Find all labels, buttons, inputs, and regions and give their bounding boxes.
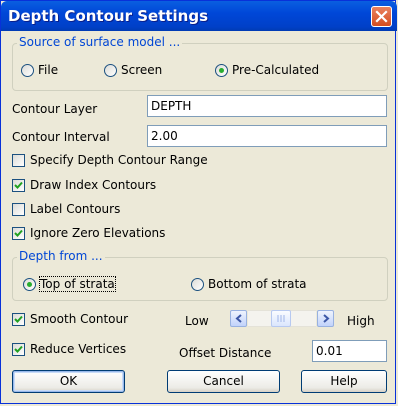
contour-layer-label: Contour Layer (12, 102, 98, 116)
ignore-zero-elevations-label: Ignore Zero Elevations (30, 226, 166, 240)
close-icon (375, 10, 388, 23)
specify-depth-range-checkbox[interactable]: Specify Depth Contour Range (12, 153, 212, 169)
radio-screen[interactable]: Screen (104, 63, 174, 79)
smoothness-increase-button[interactable] (317, 310, 334, 327)
cancel-button-label: Cancel (203, 374, 244, 388)
dialog-window: Depth Contour Settings Source of surface… (0, 0, 397, 404)
smooth-contour-checkbox[interactable]: Smooth Contour (12, 312, 142, 328)
radio-top-of-strata-dot (23, 278, 36, 291)
label-contours-checkbox[interactable]: Label Contours (12, 202, 132, 218)
reduce-vertices-checkbox[interactable]: Reduce Vertices (12, 342, 142, 358)
checkmark-icon (14, 345, 23, 353)
help-button[interactable]: Help (301, 370, 387, 393)
radio-bottom-of-strata-label: Bottom of strata (208, 277, 307, 291)
smooth-contour-label: Smooth Contour (30, 312, 129, 326)
depth-from-group-title: Depth from ... (17, 249, 105, 263)
contour-interval-input[interactable] (147, 125, 387, 147)
checkmark-icon (14, 181, 23, 189)
radio-bottom-of-strata[interactable]: Bottom of strata (191, 277, 311, 293)
smoothness-low-label: Low (185, 314, 209, 328)
radio-pre-calculated-label: Pre-Calculated (232, 63, 320, 77)
smoothness-decrease-button[interactable] (230, 310, 247, 327)
radio-pre-calculated[interactable]: Pre-Calculated (215, 63, 325, 79)
reduce-vertices-label: Reduce Vertices (30, 342, 127, 356)
ignore-zero-elevations-box (12, 227, 25, 240)
label-contours-box (12, 203, 25, 216)
specify-depth-range-label: Specify Depth Contour Range (30, 153, 208, 167)
radio-top-of-strata-label: Top of strata (39, 276, 116, 292)
smoothness-high-label: High (347, 314, 375, 328)
offset-distance-input[interactable] (312, 340, 387, 362)
radio-bottom-of-strata-dot (191, 278, 204, 291)
radio-file-dot (21, 64, 34, 77)
contour-layer-input[interactable] (147, 95, 387, 117)
cancel-button[interactable]: Cancel (167, 370, 280, 393)
draw-index-contours-checkbox[interactable]: Draw Index Contours (12, 178, 162, 194)
label-contours-label: Label Contours (30, 202, 121, 216)
radio-screen-label: Screen (121, 63, 163, 77)
help-button-label: Help (330, 374, 358, 388)
radio-top-of-strata[interactable]: Top of strata (23, 276, 123, 293)
source-group-title: Source of surface model ... (17, 35, 183, 49)
smooth-contour-box (12, 313, 25, 326)
checkmark-icon (14, 315, 23, 323)
radio-file[interactable]: File (21, 63, 71, 79)
grip-icon (277, 315, 285, 322)
close-button[interactable] (371, 6, 392, 27)
checkmark-icon (14, 229, 23, 237)
radio-pre-calculated-dot (215, 64, 228, 77)
ignore-zero-elevations-checkbox[interactable]: Ignore Zero Elevations (12, 226, 172, 242)
smoothness-slider-thumb[interactable] (271, 310, 291, 327)
chevron-right-icon (323, 314, 330, 323)
draw-index-contours-box (12, 179, 25, 192)
reduce-vertices-box (12, 343, 25, 356)
chevron-left-icon (235, 314, 242, 323)
ok-button[interactable]: OK (12, 370, 125, 393)
title-bar[interactable]: Depth Contour Settings (1, 1, 397, 31)
contour-interval-label: Contour Interval (12, 130, 110, 144)
ok-button-label: OK (59, 374, 78, 388)
radio-screen-dot (104, 64, 117, 77)
window-title: Depth Contour Settings (8, 7, 209, 25)
radio-file-label: File (38, 63, 59, 77)
specify-depth-range-box (12, 154, 25, 167)
offset-distance-label: Offset Distance (179, 346, 272, 360)
draw-index-contours-label: Draw Index Contours (30, 178, 157, 192)
